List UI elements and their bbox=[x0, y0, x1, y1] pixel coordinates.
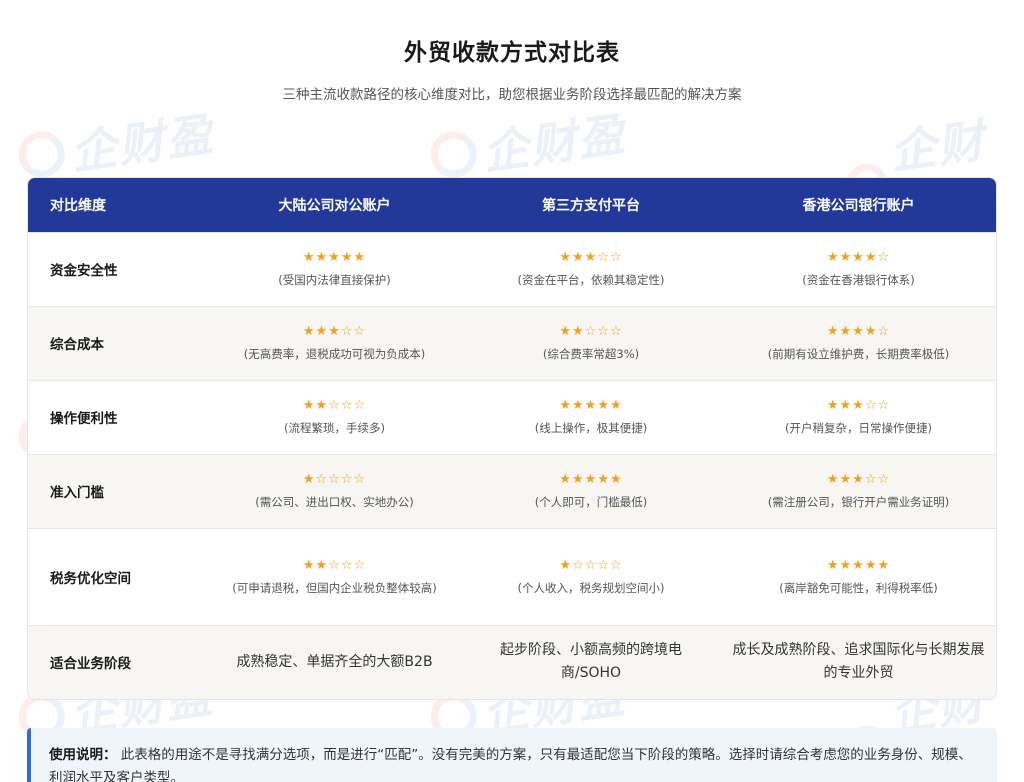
table-row: 操作便利性 ★★☆☆☆ (流程繁琐，手续多) ★★★★★ (线上操作，极其便捷) ★… bbox=[28, 379, 996, 454]
star-rating-icon: ★★☆☆☆ bbox=[302, 557, 367, 573]
star-rating-icon: ★★★★☆ bbox=[826, 250, 891, 265]
table-cell: ★★☆☆☆ (流程繁琐，手续多) bbox=[206, 379, 463, 454]
watermark-logo-icon bbox=[15, 128, 68, 181]
table-row: 税务优化空间 ★★☆☆☆ (可申请退税，但国内企业税负整体较高) ★☆☆☆☆ (个人… bbox=[28, 527, 996, 625]
cell-note: (前期有设立维护费，长期费率极低) bbox=[767, 347, 950, 361]
table-cell: ★★★★★ (离岸豁免可能性，利得税率低) bbox=[719, 527, 996, 625]
row-dimension: 税务优化空间 bbox=[28, 527, 206, 625]
star-rating-icon: ★☆☆☆☆ bbox=[559, 557, 623, 573]
usage-note-text: 此表格的用途不是寻找满分选项，而是进行“匹配”。没有完美的方案，只有最适配您当下… bbox=[49, 747, 972, 782]
table-row: 资金安全性 ★★★★★ (受国内法律直接保护) ★★★☆☆ (资金在平台，依赖其稳定… bbox=[28, 231, 996, 306]
cell-note: (离岸豁免可能性，利得税率低) bbox=[779, 580, 938, 595]
page-title: 外贸收款方式对比表 bbox=[404, 40, 620, 66]
star-rating-icon: ★★★☆☆ bbox=[826, 472, 891, 487]
cell-note: (需公司、进出口权、实地办公) bbox=[255, 495, 414, 509]
table-row: 准入门槛 ★☆☆☆☆ (需公司、进出口权、实地办公) ★★★★★ (个人即可，门槛最… bbox=[28, 453, 996, 528]
stage-text: 成长及成熟阶段、追求国际化与长期发展的专业外贸 bbox=[732, 642, 985, 682]
star-rating-icon: ★☆☆☆☆ bbox=[302, 472, 367, 487]
star-rating-icon: ★★★★☆ bbox=[826, 324, 891, 339]
header-third-party-platform: 第三方支付平台 bbox=[542, 197, 640, 214]
header-dimension: 对比维度 bbox=[50, 197, 106, 214]
table-cell: 起步阶段、小额高频的跨境电商/SOHO bbox=[463, 624, 719, 699]
table-cell: ★★★★☆ (资金在香港银行体系) bbox=[719, 231, 996, 306]
row-dimension: 资金安全性 bbox=[28, 231, 206, 306]
page-content: 外贸收款方式对比表 三种主流收款路径的核心维度对比，助您根据业务阶段选择最匹配的… bbox=[0, 33, 1024, 782]
star-rating-icon: ★★☆☆☆ bbox=[559, 324, 623, 339]
stage-text: 起步阶段、小额高频的跨境电商/SOHO bbox=[500, 642, 682, 682]
table-cell: ★★★★☆ (前期有设立维护费，长期费率极低) bbox=[719, 305, 996, 380]
table-cell: ★★★☆☆ (需注册公司，银行开户需业务证明) bbox=[719, 453, 996, 528]
star-rating-icon: ★★★★★ bbox=[559, 398, 623, 413]
stage-text: 成熟稳定、单据齐全的大额B2B bbox=[236, 653, 433, 670]
table-cell: ★★★☆☆ (资金在平台，依赖其稳定性) bbox=[463, 231, 719, 306]
cell-note: (受国内法律直接保护) bbox=[278, 273, 391, 287]
row-dimension: 操作便利性 bbox=[28, 379, 206, 454]
header-mainland-account: 大陆公司对公账户 bbox=[278, 197, 391, 214]
table-row: 综合成本 ★★★☆☆ (无高费率，退税成功可视为负成本) ★★☆☆☆ (综合费率常超… bbox=[28, 305, 996, 380]
watermark-logo-icon bbox=[427, 128, 480, 181]
cell-note: (开户稍复杂，日常操作便捷) bbox=[785, 421, 932, 435]
row-dimension: 准入门槛 bbox=[28, 453, 206, 528]
page-subtitle: 三种主流收款路径的核心维度对比，助您根据业务阶段选择最匹配的解决方案 bbox=[282, 87, 742, 103]
row-dimension: 综合成本 bbox=[28, 305, 206, 380]
table-cell: 成熟稳定、单据齐全的大额B2B bbox=[206, 624, 463, 699]
table-cell: ★★★★★ (线上操作，极其便捷) bbox=[463, 379, 719, 454]
table-row-stage: 适合业务阶段 成熟稳定、单据齐全的大额B2B 起步阶段、小额高频的跨境电商/SO… bbox=[28, 624, 996, 699]
cell-note: (线上操作，极其便捷) bbox=[534, 421, 648, 435]
star-rating-icon: ★★★★★ bbox=[826, 557, 891, 573]
watermark-text: 企财盈 bbox=[67, 106, 218, 181]
star-rating-icon: ★★★★★ bbox=[559, 472, 623, 487]
cell-note: (综合费率常超3%) bbox=[542, 347, 640, 361]
table-cell: ★★★☆☆ (无高费率，退税成功可视为负成本) bbox=[206, 305, 463, 380]
star-rating-icon: ★★★☆☆ bbox=[826, 398, 891, 413]
cell-note: (需注册公司，银行开户需业务证明) bbox=[767, 495, 950, 509]
star-rating-icon: ★★★☆☆ bbox=[559, 250, 623, 265]
cell-note: (个人即可，门槛最低) bbox=[534, 495, 648, 509]
cell-note: (个人收入，税务规划空间小) bbox=[517, 580, 665, 595]
cell-note: (资金在平台，依赖其稳定性) bbox=[517, 273, 665, 287]
usage-note-label: 使用说明： bbox=[49, 747, 117, 763]
cell-note: (无高费率，退税成功可视为负成本) bbox=[243, 347, 426, 361]
table-cell: ★★☆☆☆ (可申请退税，但国内企业税负整体较高) bbox=[206, 527, 463, 625]
row-dimension: 适合业务阶段 bbox=[28, 624, 206, 699]
table-header-row: 对比维度 大陆公司对公账户 第三方支付平台 香港公司银行账户 bbox=[28, 178, 996, 232]
cell-note: (可申请退税，但国内企业税负整体较高) bbox=[232, 580, 437, 595]
watermark-text: 企财盈 bbox=[479, 106, 630, 181]
table-cell: ★★★★★ (受国内法律直接保护) bbox=[206, 231, 463, 306]
table-cell: ★★☆☆☆ (综合费率常超3%) bbox=[463, 305, 719, 380]
table-cell: ★★★★★ (个人即可，门槛最低) bbox=[463, 453, 719, 528]
usage-note-box: 使用说明： 此表格的用途不是寻找满分选项，而是进行“匹配”。没有完美的方案，只有… bbox=[27, 728, 997, 782]
comparison-table: 对比维度 大陆公司对公账户 第三方支付平台 香港公司银行账户 资金安全性 ★★★… bbox=[27, 177, 997, 700]
header-hk-bank-account: 香港公司银行账户 bbox=[802, 197, 915, 214]
table-cell: 成长及成熟阶段、追求国际化与长期发展的专业外贸 bbox=[719, 624, 996, 699]
star-rating-icon: ★★☆☆☆ bbox=[302, 398, 367, 413]
table-cell: ★★★☆☆ (开户稍复杂，日常操作便捷) bbox=[719, 379, 996, 454]
star-rating-icon: ★★★★★ bbox=[302, 250, 367, 265]
cell-note: (流程繁琐，手续多) bbox=[284, 421, 385, 435]
cell-note: (资金在香港银行体系) bbox=[802, 273, 915, 287]
table-cell: ★☆☆☆☆ (需公司、进出口权、实地办公) bbox=[206, 453, 463, 528]
star-rating-icon: ★★★☆☆ bbox=[302, 324, 367, 339]
table-cell: ★☆☆☆☆ (个人收入，税务规划空间小) bbox=[463, 527, 719, 625]
